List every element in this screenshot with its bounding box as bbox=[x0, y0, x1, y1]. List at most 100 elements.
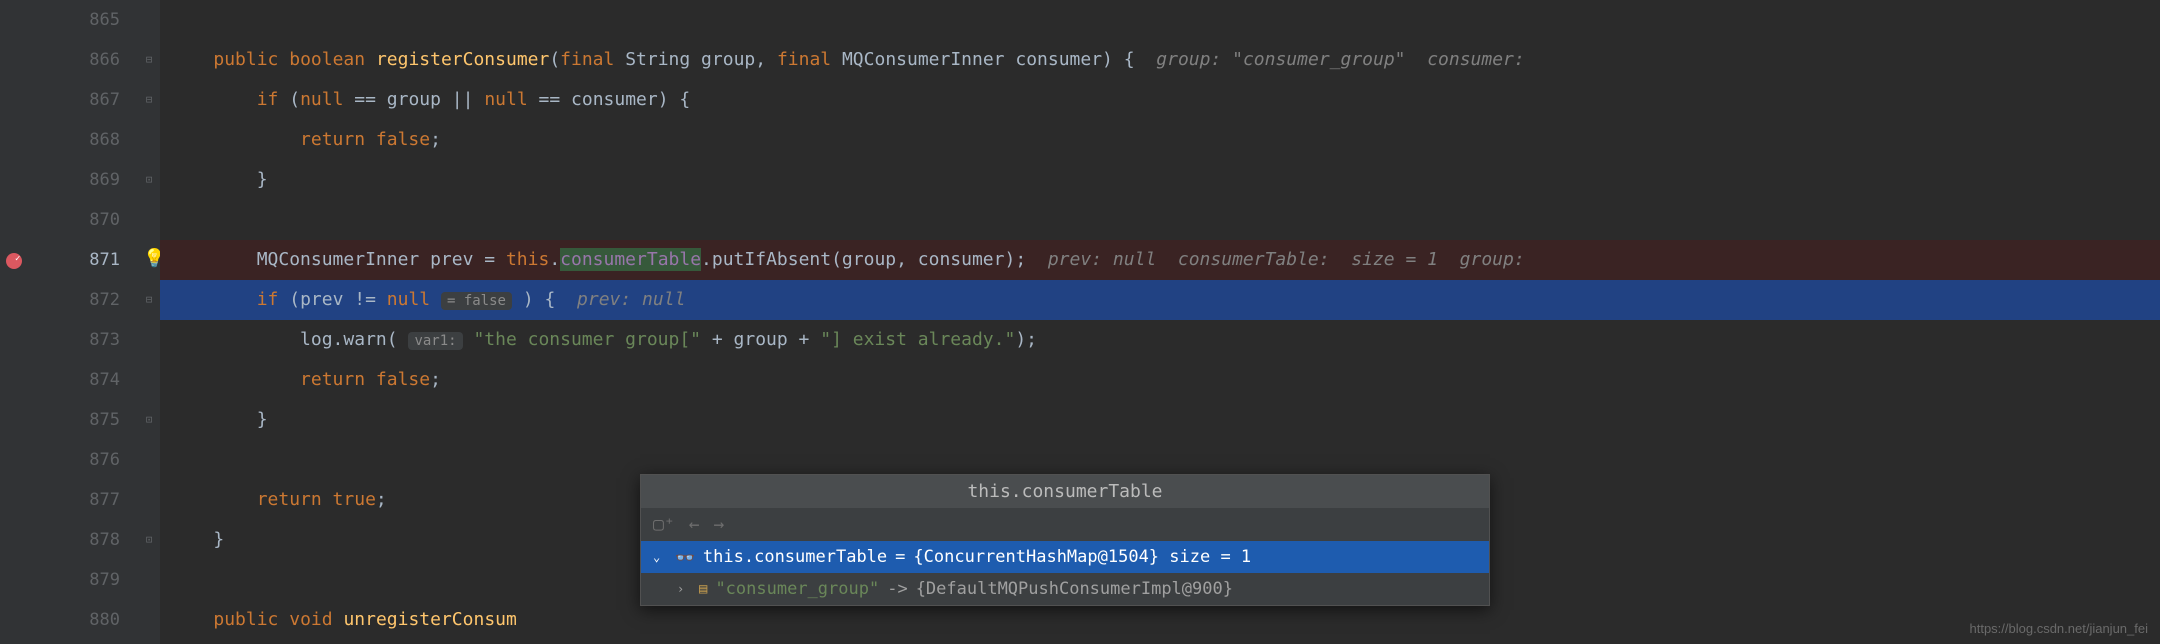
code-line[interactable]: log.warn( var1: "the consumer group[" + … bbox=[160, 320, 2160, 360]
fold-marker-icon[interactable]: ⊟ bbox=[142, 293, 156, 307]
eval-badge: = false bbox=[441, 292, 512, 310]
keyword: public bbox=[213, 49, 278, 70]
code-text: ( bbox=[289, 89, 300, 110]
line-number[interactable]: 879 bbox=[30, 560, 140, 600]
line-number[interactable]: 872 bbox=[30, 280, 140, 320]
line-number-gutter[interactable]: 865 866 867 868 869 870 871 872 873 874 … bbox=[30, 0, 140, 644]
code-text: } bbox=[257, 169, 268, 190]
popup-toolbar: ▢⁺ ← → bbox=[641, 508, 1489, 541]
line-number[interactable]: 875 bbox=[30, 400, 140, 440]
chevron-right-icon[interactable]: › bbox=[677, 582, 691, 596]
inline-hint: prev: null consumerTable: size = 1 group… bbox=[1048, 249, 1525, 270]
popup-arrow: -> bbox=[887, 579, 907, 599]
breakpoint-icon[interactable]: ✓ bbox=[6, 253, 22, 269]
param-hint-badge: var1: bbox=[408, 332, 462, 350]
popup-key: "consumer_group" bbox=[715, 579, 879, 599]
code-text: == consumer) { bbox=[528, 89, 691, 110]
keyword: final bbox=[777, 49, 831, 70]
method-name: unregisterConsum bbox=[343, 609, 516, 630]
keyword: return false bbox=[300, 129, 430, 150]
code-line[interactable]: } bbox=[160, 160, 2160, 200]
code-text: String group, bbox=[625, 49, 766, 70]
keyword: return false bbox=[300, 369, 430, 390]
line-number[interactable]: 871 bbox=[30, 240, 140, 280]
camera-icon[interactable]: ▢⁺ bbox=[653, 514, 675, 535]
popup-expr: this.consumerTable bbox=[703, 547, 887, 567]
line-number[interactable]: 867 bbox=[30, 80, 140, 120]
code-text: MQConsumerInner prev = bbox=[257, 249, 506, 270]
string-literal: "] exist already." bbox=[820, 329, 1015, 350]
line-number[interactable]: 870 bbox=[30, 200, 140, 240]
keyword: null bbox=[484, 89, 527, 110]
fold-marker-icon[interactable]: ⊡ bbox=[142, 533, 156, 547]
line-number[interactable]: 874 bbox=[30, 360, 140, 400]
keyword: if bbox=[257, 89, 279, 110]
code-line[interactable] bbox=[160, 200, 2160, 240]
glasses-icon: 👓 bbox=[675, 548, 695, 567]
back-arrow-icon[interactable]: ← bbox=[689, 514, 700, 535]
code-text: . bbox=[549, 249, 560, 270]
code-text: ); bbox=[1015, 329, 1037, 350]
keyword: null bbox=[387, 289, 430, 310]
code-line[interactable]: MQConsumerInner prev = this.consumerTabl… bbox=[160, 240, 2160, 280]
code-text: } bbox=[257, 409, 268, 430]
line-number[interactable]: 880 bbox=[30, 600, 140, 640]
line-number[interactable]: 869 bbox=[30, 160, 140, 200]
code-area[interactable]: public boolean registerConsumer ( final St… bbox=[160, 0, 2160, 644]
line-number[interactable]: 866 bbox=[30, 40, 140, 80]
forward-arrow-icon[interactable]: → bbox=[714, 514, 725, 535]
code-line[interactable]: if (null == group || null == consumer) { bbox=[160, 80, 2160, 120]
popup-value: {DefaultMQPushConsumerImpl@900} bbox=[916, 579, 1233, 599]
collection-icon: ▤ bbox=[699, 581, 707, 597]
fold-column[interactable]: ⊟ ⊟ ⊡ 💡 ⊟ ⊡ ⊡ bbox=[140, 0, 160, 644]
code-text: ; bbox=[430, 129, 441, 150]
keyword: void bbox=[289, 609, 332, 630]
code-text: .putIfAbsent(group, consumer); bbox=[701, 249, 1026, 270]
line-number[interactable]: 873 bbox=[30, 320, 140, 360]
popup-tree-row[interactable]: ⌄ 👓 this.consumerTable = {ConcurrentHash… bbox=[641, 541, 1489, 573]
method-name: registerConsumer bbox=[376, 49, 549, 70]
inline-hint: group: "consumer_group" consumer: bbox=[1156, 49, 1524, 70]
keyword: boolean bbox=[289, 49, 365, 70]
watermark: https://blog.csdn.net/jianjun_fei bbox=[1969, 621, 2148, 636]
breakpoint-column[interactable]: ✓ bbox=[0, 0, 30, 644]
popup-title: this.consumerTable bbox=[641, 475, 1489, 508]
code-line[interactable]: public void unregisterConsum bbox=[160, 600, 2160, 640]
code-line-current[interactable]: if (prev != null = false ) { prev: null bbox=[160, 280, 2160, 320]
line-number[interactable]: 877 bbox=[30, 480, 140, 520]
breakpoint-check-icon: ✓ bbox=[15, 254, 20, 264]
inline-hint: prev: null bbox=[577, 289, 685, 310]
popup-value: {ConcurrentHashMap@1504} size = 1 bbox=[913, 547, 1251, 567]
keyword: null bbox=[300, 89, 343, 110]
code-text: (prev != bbox=[278, 289, 386, 310]
code-text: ) { bbox=[523, 289, 556, 310]
code-line[interactable]: return false; bbox=[160, 360, 2160, 400]
fold-marker-icon[interactable]: ⊟ bbox=[142, 53, 156, 67]
fold-marker-icon[interactable]: ⊡ bbox=[142, 413, 156, 427]
popup-tree-row[interactable]: › ▤ "consumer_group" -> {DefaultMQPushCo… bbox=[641, 573, 1489, 605]
keyword: public bbox=[213, 609, 278, 630]
code-line[interactable]: } bbox=[160, 400, 2160, 440]
code-line[interactable] bbox=[160, 0, 2160, 40]
keyword: return true bbox=[257, 489, 376, 510]
code-text: MQConsumerInner consumer) { bbox=[842, 49, 1135, 70]
keyword: if bbox=[257, 289, 279, 310]
chevron-down-icon[interactable]: ⌄ bbox=[653, 550, 667, 564]
code-line[interactable]: public boolean registerConsumer(final St… bbox=[160, 40, 2160, 80]
fold-marker-icon[interactable]: ⊟ bbox=[142, 93, 156, 107]
code-text: == group || bbox=[343, 89, 484, 110]
keyword: final bbox=[560, 49, 614, 70]
keyword: this bbox=[506, 249, 549, 270]
fold-marker-icon[interactable]: ⊡ bbox=[142, 173, 156, 187]
code-line[interactable]: return false; bbox=[160, 120, 2160, 160]
code-text: + group + bbox=[701, 329, 820, 350]
debug-evaluate-popup[interactable]: this.consumerTable ▢⁺ ← → ⌄ 👓 this.consu… bbox=[640, 474, 1490, 606]
code-editor: ✓ 865 866 867 868 869 870 871 872 873 87… bbox=[0, 0, 2160, 644]
line-number[interactable]: 865 bbox=[30, 0, 140, 40]
code-text: ; bbox=[430, 369, 441, 390]
line-number[interactable]: 876 bbox=[30, 440, 140, 480]
code-text: } bbox=[213, 529, 224, 550]
line-number[interactable]: 878 bbox=[30, 520, 140, 560]
code-text: log.warn( bbox=[300, 329, 398, 350]
line-number[interactable]: 868 bbox=[30, 120, 140, 160]
